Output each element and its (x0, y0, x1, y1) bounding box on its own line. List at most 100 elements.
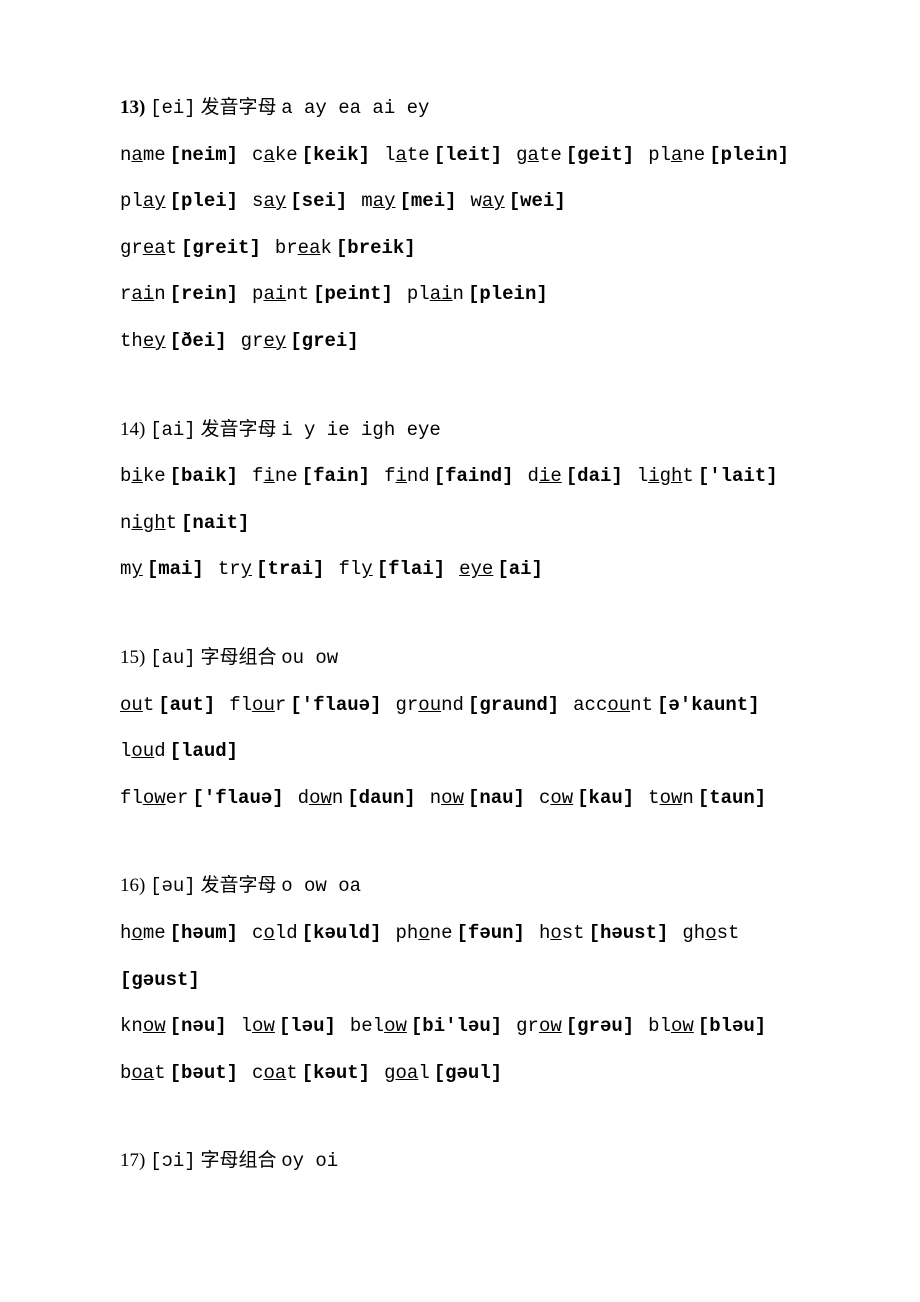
example-line: they[ðei]grey[grei] (120, 318, 800, 365)
example-word: now (430, 787, 464, 809)
example-line: know[nəu]low[ləu]below[bi'ləu]grow[grəu]… (120, 1003, 800, 1050)
pronunciation: [nəu] (170, 1015, 227, 1037)
example-word: night (120, 512, 177, 534)
pronunciation: [sei] (290, 190, 347, 212)
example-word: try (218, 558, 252, 580)
example-word: name (120, 144, 166, 166)
pronunciation: [grəu] (566, 1015, 634, 1037)
example-word: rain (120, 283, 166, 305)
example-line: bike[baik]fine[fain]find[faind]die[dai]l… (120, 453, 800, 500)
pronunciation: [gəust] (120, 969, 200, 991)
example-word: may (361, 190, 395, 212)
pronunciation: [ai] (497, 558, 543, 580)
example-word: plain (407, 283, 464, 305)
example-word: loud (120, 740, 166, 762)
pronunciation: [fəun] (457, 922, 525, 944)
pronunciation: [gəul] (434, 1062, 502, 1084)
example-word: bike (120, 465, 166, 487)
section-title-cjk: 发音字母 (200, 97, 276, 118)
pronunciation: [aut] (158, 694, 215, 716)
pronunciation: [taun] (698, 787, 766, 809)
example-word: below (350, 1015, 407, 1037)
section-title-cjk: 发音字母 (200, 875, 276, 896)
example-line: great[greit] break[breik] (120, 225, 800, 272)
example-word: my (120, 558, 143, 580)
example-line: home[həum]cold[kəuld]phone[fəun]host[həu… (120, 910, 800, 957)
section-header: 13) [ei] 发音字母 a ay ea ai ey (120, 85, 800, 132)
example-word: down (298, 787, 344, 809)
pronunciation: [flai] (377, 558, 445, 580)
example-word: out (120, 694, 154, 716)
example-line: flower['flauə]down[daun]now[nau]cow[kau]… (120, 775, 800, 822)
ipa-sound: [ɔi] (150, 1150, 196, 1172)
example-word: cold (252, 922, 298, 944)
example-line: rain[rein]paint[peint]plain[plein] (120, 271, 800, 318)
example-word: coat (252, 1062, 298, 1084)
section-header: 17) [ɔi] 字母组合 oy oi (120, 1138, 800, 1185)
example-line: [gəust] (120, 957, 800, 1004)
pronunciation: [bi'ləu] (411, 1015, 502, 1037)
ipa-sound: [əu] (150, 875, 196, 897)
pronunciation: [baik] (170, 465, 238, 487)
pronunciation: [nau] (468, 787, 525, 809)
example-word: light (637, 465, 694, 487)
ipa-sound: [ei] (150, 97, 196, 119)
example-line: out[aut]flour['flauə]ground[graund]accou… (120, 682, 800, 729)
pronunciation: [plein] (709, 144, 789, 166)
example-word: eye (459, 558, 493, 580)
example-word: cow (539, 787, 573, 809)
section-number: 14) (120, 419, 145, 440)
example-word: boat (120, 1062, 166, 1084)
example-word: late (384, 144, 430, 166)
example-word: flour (229, 694, 286, 716)
spelling-letters: oy oi (281, 1150, 338, 1172)
pronunciation: [peint] (313, 283, 393, 305)
pronunciation: [həust] (589, 922, 669, 944)
pronunciation: [nait] (181, 512, 249, 534)
pronunciation: [greit] (181, 237, 261, 259)
pronunciation: [fain] (302, 465, 370, 487)
pronunciation: [ə'kaunt] (657, 694, 760, 716)
pronunciation: [ləu] (279, 1015, 336, 1037)
section-title-cjk: 发音字母 (200, 419, 276, 440)
pronunciation: [kəut] (302, 1062, 370, 1084)
spelling-letters: a ay ea ai ey (281, 97, 429, 119)
example-word: paint (252, 283, 309, 305)
pronunciation: [bəut] (170, 1062, 238, 1084)
example-word: phone (396, 922, 453, 944)
example-line: night[nait] (120, 500, 800, 547)
example-word: town (648, 787, 694, 809)
pronunciation: [daun] (347, 787, 415, 809)
pronunciation: [bləu] (698, 1015, 766, 1037)
example-line: name[neim]cake[keik]late[leit]gate[geit]… (120, 132, 800, 179)
section-header: 16) [əu] 发音字母 o ow oa (120, 863, 800, 910)
pronunciation: [həum] (170, 922, 238, 944)
example-word: great (120, 237, 177, 259)
example-word: they (120, 330, 166, 352)
section-title-cjk: 字母组合 (200, 1150, 276, 1171)
example-word: grow (516, 1015, 562, 1037)
section-number: 16) (120, 875, 145, 896)
pronunciation: [rein] (170, 283, 238, 305)
section-title-cjk: 字母组合 (200, 647, 276, 668)
example-word: find (384, 465, 430, 487)
example-word: play (120, 190, 166, 212)
section-header: 15) [au] 字母组合 ou ow (120, 635, 800, 682)
pronunciation: [laud] (170, 740, 238, 762)
pronunciation: [mei] (400, 190, 457, 212)
example-line: boat[bəut]coat[kəut]goal[gəul] (120, 1050, 800, 1097)
pronunciation: [breik] (336, 237, 416, 259)
example-word: gate (516, 144, 562, 166)
ipa-sound: [ai] (150, 419, 196, 441)
pronunciation: [kau] (577, 787, 634, 809)
example-word: cake (252, 144, 298, 166)
example-word: break (275, 237, 332, 259)
example-word: host (539, 922, 585, 944)
pronunciation: [graund] (468, 694, 559, 716)
document-body: 13) [ei] 发音字母 a ay ea ai ey name[neim] cak… (120, 85, 800, 1185)
pronunciation: [plei] (170, 190, 238, 212)
pronunciation: [geit] (566, 144, 634, 166)
pronunciation: [neim] (170, 144, 238, 166)
pronunciation: [ðei] (170, 330, 227, 352)
spelling-letters: i y ie igh eye (281, 419, 441, 441)
